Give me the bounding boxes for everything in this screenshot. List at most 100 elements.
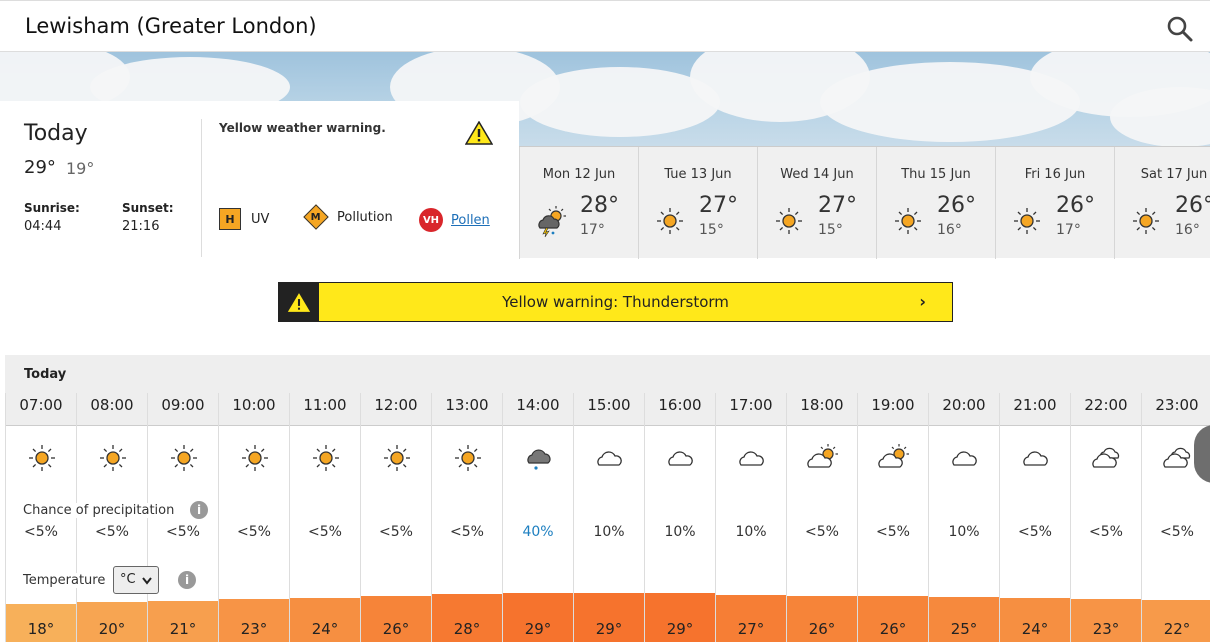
precipitation-chance: 10% <box>664 524 696 540</box>
pollen-index[interactable]: VH Pollen <box>419 208 490 232</box>
search-icon[interactable] <box>1166 15 1194 43</box>
hour-time: 09:00 <box>161 396 205 414</box>
day-low-temp: 15° <box>818 222 843 238</box>
day-label: Thu 15 Jun <box>901 167 971 182</box>
sun-icon <box>100 445 126 471</box>
temperature-bar: 26° <box>361 596 431 642</box>
uv-index[interactable]: H UV <box>219 208 269 230</box>
hour-column: 10:00 <5% 23° <box>218 393 289 642</box>
warning-icon <box>465 121 493 145</box>
temperature-bar: 26° <box>858 596 928 642</box>
sun-icon <box>776 208 802 234</box>
temperature-bar: 20° <box>77 602 147 642</box>
today-summary-card: Today 29° 19° Sunrise: 04:44 Sunset: 21:… <box>0 101 519 258</box>
hour-column: 14:00 40% 29° <box>502 393 573 642</box>
hour-column: 21:00 <5% 24° <box>999 393 1070 642</box>
precipitation-chance: <5% <box>166 524 200 540</box>
warning-icon <box>279 283 319 321</box>
temperature-unit-select[interactable]: °C <box>113 566 159 594</box>
pollution-index[interactable]: M Pollution <box>303 204 393 230</box>
precipitation-chance: 10% <box>593 524 625 540</box>
hourly-forecast: Today 07:00 <5% 18° 08:00 <5% 20° 09:00 <5% 21° 1… <box>5 355 1210 642</box>
precipitation-chance: <5% <box>24 524 58 540</box>
uv-label: UV <box>251 211 270 227</box>
info-icon[interactable]: i <box>178 571 196 589</box>
info-icon[interactable]: i <box>190 501 208 519</box>
day-high-temp: 28° <box>580 193 619 218</box>
sun-cloud-icon <box>878 444 909 468</box>
precipitation-chance: <5% <box>1160 524 1194 540</box>
hour-column: 16:00 10% 29° <box>644 393 715 642</box>
temperature-bar: 23° <box>1071 599 1141 642</box>
sun-icon <box>455 445 481 471</box>
temperature-bar: 23° <box>219 599 289 642</box>
day-low-temp: 17° <box>580 222 605 238</box>
day-low-temp: 16° <box>1175 222 1200 238</box>
hour-column: 20:00 10% 25° <box>928 393 999 642</box>
temperature-bar: 29° <box>574 593 644 642</box>
precipitation-chance: <5% <box>876 524 910 540</box>
hourly-day-label: Today <box>24 367 67 382</box>
cloud-icon <box>668 451 693 466</box>
precipitation-chance: 10% <box>948 524 980 540</box>
temperature-bar: 25° <box>929 597 999 642</box>
today-low-temp: 19° <box>66 159 95 178</box>
sun-icon <box>1014 208 1040 234</box>
hour-column: 22:00 <5% 23° <box>1070 393 1141 642</box>
hour-time: 20:00 <box>942 396 986 414</box>
precipitation-chance: <5% <box>805 524 839 540</box>
day-tab[interactable]: Wed 14 Jun 27° 15° <box>757 147 876 259</box>
cloud-icon <box>597 451 622 466</box>
sun-icon <box>384 445 410 471</box>
day-tab[interactable]: Sat 17 Jun 26° 16° <box>1114 147 1210 259</box>
precipitation-chance: 10% <box>735 524 767 540</box>
hour-column: 13:00 <5% 28° <box>431 393 502 642</box>
sun-icon <box>895 208 921 234</box>
pollen-link[interactable]: Pollen <box>451 213 490 228</box>
day-tab[interactable]: Mon 12 Jun 28° 17° <box>519 147 638 259</box>
hour-column: 11:00 <5% 24° <box>289 393 360 642</box>
day-high-temp: 27° <box>818 193 857 218</box>
precipitation-chance: <5% <box>1018 524 1052 540</box>
thunderstorm-warning-banner[interactable]: Yellow warning: Thunderstorm › <box>278 282 953 322</box>
temperature-bar: 29° <box>645 593 715 642</box>
hour-time: 13:00 <box>445 396 489 414</box>
precipitation-chance: <5% <box>450 524 484 540</box>
temperature-bar: 21° <box>148 601 218 642</box>
hour-time: 19:00 <box>871 396 915 414</box>
temperature-label: Temperature <box>23 573 106 588</box>
precipitation-chance: <5% <box>308 524 342 540</box>
pollen-badge: VH <box>419 208 443 232</box>
precipitation-chance: <5% <box>237 524 271 540</box>
day-low-temp: 16° <box>937 222 962 238</box>
precipitation-chance: <5% <box>1089 524 1123 540</box>
day-label: Wed 14 Jun <box>780 167 854 182</box>
daily-forecast-row: Mon 12 Jun 28° 17° Tue 13 Jun 27° 15° We… <box>519 146 1210 259</box>
day-label: Sat 17 Jun <box>1140 167 1208 182</box>
sun-cloud-icon <box>807 444 838 468</box>
day-tab[interactable]: Tue 13 Jun 27° 15° <box>638 147 757 259</box>
pollution-label: Pollution <box>337 209 393 225</box>
hour-time: 11:00 <box>303 396 347 414</box>
sunrise-time: 04:44 <box>24 219 62 234</box>
temperature-bar: 18° <box>6 604 76 642</box>
hour-time: 08:00 <box>90 396 134 414</box>
divider <box>201 119 202 257</box>
sun-icon <box>657 208 683 234</box>
day-tab[interactable]: Fri 16 Jun 26° 17° <box>995 147 1114 259</box>
thunder-shower-icon <box>538 206 566 238</box>
hour-time: 18:00 <box>800 396 844 414</box>
temperature-bar: 29° <box>503 593 573 642</box>
hour-time: 12:00 <box>374 396 418 414</box>
day-tab[interactable]: Thu 15 Jun 26° 16° <box>876 147 995 259</box>
sun-icon <box>1133 208 1159 234</box>
day-label: Tue 13 Jun <box>664 167 732 182</box>
sun-icon <box>313 445 339 471</box>
temperature-bar: 27° <box>716 595 786 642</box>
precipitation-label: Chance of precipitation <box>23 503 179 518</box>
hour-column: 18:00 <5% 26° <box>786 393 857 642</box>
weather-warning-text[interactable]: Yellow weather warning. <box>219 121 386 135</box>
clouds-icon <box>1163 447 1191 468</box>
cloud-icon <box>1023 451 1048 466</box>
hour-column: 15:00 10% 29° <box>573 393 644 642</box>
